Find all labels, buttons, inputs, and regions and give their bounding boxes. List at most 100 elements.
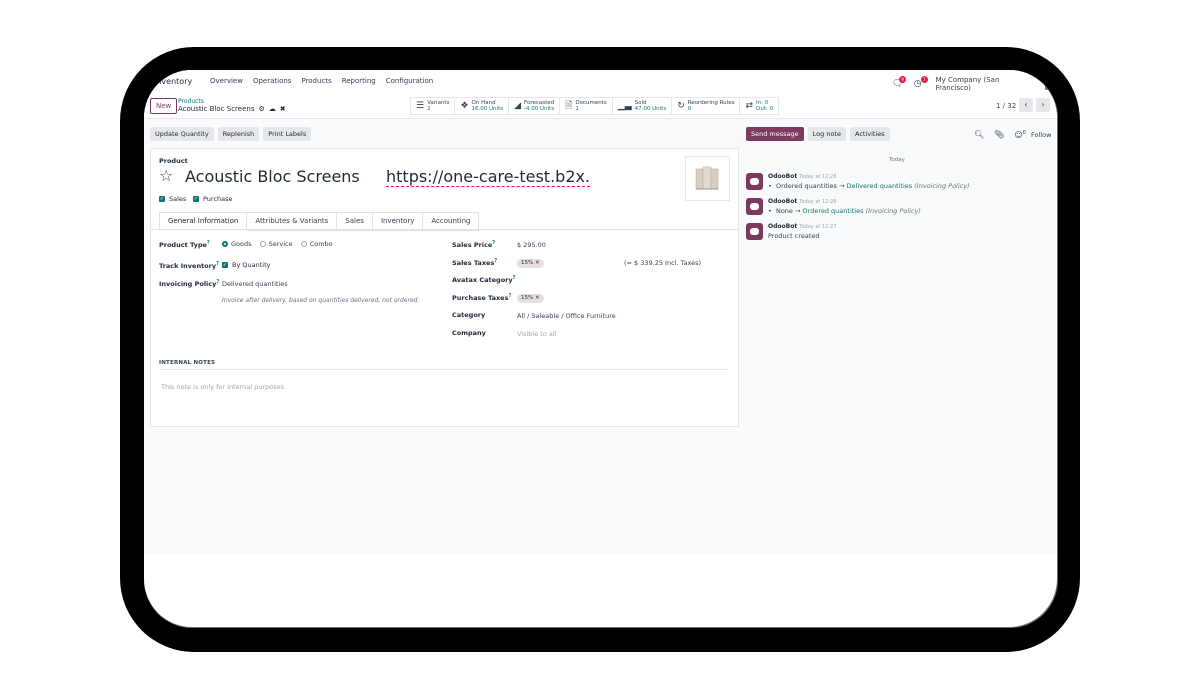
screen: Inventory Overview Operations Products R… bbox=[144, 70, 1057, 627]
invoicing-policy-field[interactable]: Delivered quantities bbox=[222, 280, 288, 288]
sales-checkbox[interactable]: ✓ Sales bbox=[159, 195, 186, 203]
user-avatar[interactable] bbox=[1045, 78, 1057, 90]
top-navbar: Inventory Overview Operations Products R… bbox=[144, 70, 1057, 95]
form-sheet: Product ☆ Acoustic Bloc Screens https://… bbox=[150, 148, 739, 427]
company-label: Company bbox=[452, 329, 486, 337]
document-icon: 🗎 bbox=[565, 101, 573, 111]
check-icon: ✓ bbox=[159, 196, 165, 202]
area-chart-icon: ◢ bbox=[514, 101, 522, 111]
stat-in-out[interactable]: ⇄ In: 0 Out: 0 bbox=[740, 98, 778, 114]
category-field[interactable]: All / Saleable / Office Furniture bbox=[517, 312, 616, 320]
update-quantity-button[interactable]: Update Quantity bbox=[150, 127, 214, 141]
menu-configuration[interactable]: Configuration bbox=[386, 77, 433, 85]
product-name-field[interactable]: Acoustic Bloc Screens bbox=[185, 167, 360, 186]
check-icon: ✓ bbox=[193, 196, 199, 202]
main-menu: Overview Operations Products Reporting C… bbox=[210, 77, 433, 85]
breadcrumb-products[interactable]: Products bbox=[178, 98, 204, 105]
remove-tag-icon[interactable]: ✕ bbox=[535, 260, 540, 266]
sales-price-label: Sales Price? bbox=[452, 240, 496, 250]
chat-icon[interactable]: 🗨 9 bbox=[892, 76, 906, 89]
stat-forecasted[interactable]: ◢ Forecasted -4.00 Units bbox=[509, 98, 561, 114]
gear-icon[interactable]: ⚙ bbox=[258, 105, 264, 113]
company-switcher[interactable]: My Company (San Francisco) bbox=[936, 76, 1036, 92]
action-bar: Update Quantity Replenish Print Labels bbox=[150, 127, 312, 141]
star-icon[interactable]: ☆ bbox=[159, 166, 173, 185]
company-field[interactable]: Visible to all bbox=[517, 330, 557, 338]
smart-buttons: ☰ Variants 2 ❖ On Hand 16.00 Units ◢ Forecast… bbox=[410, 97, 780, 115]
internal-notes-field[interactable]: This note is only for internal purposes. bbox=[161, 383, 286, 391]
search-icon[interactable]: 🔍︎ bbox=[974, 130, 984, 140]
stat-documents[interactable]: 🗎 Documents 1 bbox=[560, 98, 613, 114]
exchange-icon: ⇄ bbox=[745, 101, 753, 111]
avatax-category-label: Avatax Category? bbox=[452, 275, 516, 285]
menu-overview[interactable]: Overview bbox=[210, 77, 243, 85]
pager-value[interactable]: 1 / 32 bbox=[996, 102, 1016, 110]
odoobot-avatar bbox=[746, 223, 763, 240]
followers-icon[interactable]: ☺0 bbox=[1014, 130, 1026, 140]
invoicing-hint: Invoice after delivery, based on quantit… bbox=[222, 297, 420, 304]
stat-on-hand[interactable]: ❖ On Hand 16.00 Units bbox=[455, 98, 510, 114]
internal-notes-heading: INTERNAL NOTES bbox=[159, 360, 216, 366]
radio-combo[interactable]: Combo bbox=[300, 240, 333, 248]
paperclip-icon[interactable]: 📎︎ bbox=[994, 130, 1004, 140]
pager-next-button[interactable]: › bbox=[1036, 98, 1050, 112]
stat-sold[interactable]: ▁▃ Sold 47.00 Units bbox=[613, 98, 673, 114]
radio-service[interactable]: Service bbox=[259, 240, 293, 248]
variants-icon: ☰ bbox=[416, 101, 425, 111]
check-icon: ✓ bbox=[222, 262, 228, 268]
chat-count: 9 bbox=[899, 76, 906, 83]
print-labels-button[interactable]: Print Labels bbox=[263, 127, 312, 141]
clock-icon[interactable]: ◷ 7 bbox=[914, 76, 928, 89]
product-image[interactable] bbox=[685, 156, 730, 201]
activity-count: 7 bbox=[920, 76, 928, 83]
refresh-icon: ↻ bbox=[677, 101, 685, 111]
boxes-icon: ❖ bbox=[460, 101, 469, 111]
pager-previous-button[interactable]: ‹ bbox=[1019, 98, 1033, 112]
url-text[interactable]: https://one-care-test.b2x.com bbox=[386, 167, 590, 187]
breadcrumb-current: Acoustic Bloc Screens ⚙ ☁ ✖ bbox=[178, 105, 286, 113]
menu-products[interactable]: Products bbox=[301, 77, 331, 85]
replenish-button[interactable]: Replenish bbox=[217, 127, 260, 141]
cloud-save-icon[interactable]: ☁ bbox=[269, 105, 276, 113]
breadcrumb-current-label: Acoustic Bloc Screens bbox=[178, 105, 255, 113]
chatter-icons: 🔍︎ 📎︎ ☺0 bbox=[974, 130, 1026, 140]
odoobot-avatar bbox=[746, 198, 763, 215]
purchase-tax-tag[interactable]: 15% ✕ bbox=[517, 294, 544, 303]
sales-tax-tag[interactable]: 15% ✕ bbox=[517, 259, 544, 268]
message-author: OdooBot Today at 12:27 bbox=[768, 223, 837, 230]
product-type-radio: Goods Service Combo bbox=[222, 240, 339, 249]
discard-icon[interactable]: ✖ bbox=[280, 105, 286, 113]
tab-divider bbox=[151, 229, 738, 230]
message-body: • None → Ordered quantities (Invoicing P… bbox=[768, 207, 921, 215]
systray: 🗨 9 ◷ 7 My Company (San Francisco) bbox=[892, 76, 1057, 92]
send-message-button[interactable]: Send message bbox=[746, 127, 804, 141]
message-body: Product created bbox=[768, 232, 820, 240]
follow-button[interactable]: Follow bbox=[1031, 131, 1051, 139]
category-label: Category bbox=[452, 311, 486, 319]
track-inventory-checkbox[interactable]: ✓ By Quantity bbox=[222, 261, 270, 269]
purchase-checkbox[interactable]: ✓ Purchase bbox=[193, 195, 233, 203]
notes-divider bbox=[159, 369, 729, 370]
log-note-button[interactable]: Log note bbox=[807, 127, 846, 141]
incl-taxes-text: (= $ 339.25 Incl. Taxes) bbox=[624, 259, 702, 267]
invoicing-policy-label: Invoicing Policy? bbox=[159, 279, 220, 289]
menu-operations[interactable]: Operations bbox=[253, 77, 291, 85]
bar-chart-icon: ▁▃ bbox=[617, 101, 632, 111]
stat-reordering-rules[interactable]: ↻ Reordering Rules 0 bbox=[672, 98, 741, 114]
sales-price-field[interactable]: $ 295.00 bbox=[517, 241, 546, 249]
stat-variants[interactable]: ☰ Variants 2 bbox=[411, 98, 456, 114]
product-type-label: Product Type? bbox=[159, 240, 210, 250]
app-name[interactable]: Inventory bbox=[154, 77, 192, 86]
radio-goods[interactable]: Goods bbox=[222, 240, 252, 248]
product-label: Product bbox=[159, 157, 188, 165]
menu-reporting[interactable]: Reporting bbox=[342, 77, 376, 85]
sales-taxes-label: Sales Taxes? bbox=[452, 258, 498, 268]
remove-tag-icon[interactable]: ✕ bbox=[535, 295, 540, 301]
track-inventory-label: Track Inventory? bbox=[159, 261, 219, 271]
date-separator: Today bbox=[889, 157, 905, 163]
message-body: • Ordered quantities → Delivered quantit… bbox=[768, 182, 970, 190]
new-button[interactable]: New bbox=[150, 98, 178, 114]
message-author: OdooBot Today at 12:28 bbox=[768, 173, 837, 180]
activities-button[interactable]: Activities bbox=[849, 127, 890, 141]
purchase-taxes-label: Purchase Taxes? bbox=[452, 293, 512, 303]
